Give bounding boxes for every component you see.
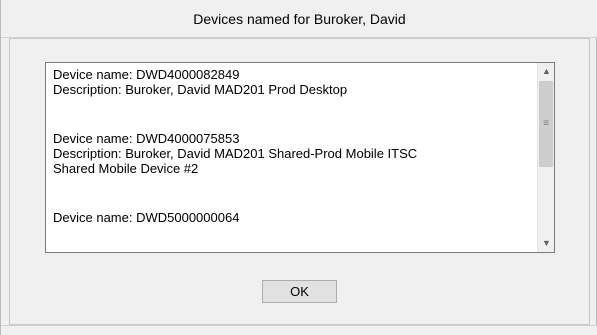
chevron-up-icon[interactable]: ▲	[538, 63, 554, 80]
device-description: Description: Buroker, David MAD201 Prod …	[53, 82, 348, 97]
grip-lines-icon: ≡	[543, 118, 549, 129]
list-item: Device name: DWD4000075853 Description: …	[53, 131, 533, 176]
device-description-continued: Shared Mobile Device #2	[53, 161, 199, 176]
dialog-bottom-edge	[1, 325, 597, 335]
device-name: Device name: DWD5000000064	[53, 210, 240, 225]
ok-button[interactable]: OK	[262, 280, 337, 303]
vertical-scrollbar[interactable]: ▲ ≡ ▼	[537, 63, 554, 252]
dialog-title: Devices named for Buroker, David	[193, 11, 406, 27]
devices-dialog: Devices named for Buroker, David Device …	[0, 0, 597, 335]
device-name: Device name: DWD4000082849	[53, 67, 240, 82]
scrollbar-thumb[interactable]: ≡	[539, 81, 553, 167]
device-name: Device name: DWD4000075853	[53, 131, 240, 146]
device-list-content: Device name: DWD4000082849 Description: …	[53, 67, 533, 252]
chevron-down-icon[interactable]: ▼	[538, 235, 554, 252]
title-bar[interactable]: Devices named for Buroker, David	[1, 0, 597, 38]
device-list[interactable]: Device name: DWD4000082849 Description: …	[45, 62, 555, 253]
list-item: Device name: DWD4000082849 Description: …	[53, 67, 533, 97]
list-item: Device name: DWD5000000064	[53, 210, 533, 225]
ok-button-label: OK	[290, 284, 309, 299]
device-description: Description: Buroker, David MAD201 Share…	[53, 146, 418, 161]
